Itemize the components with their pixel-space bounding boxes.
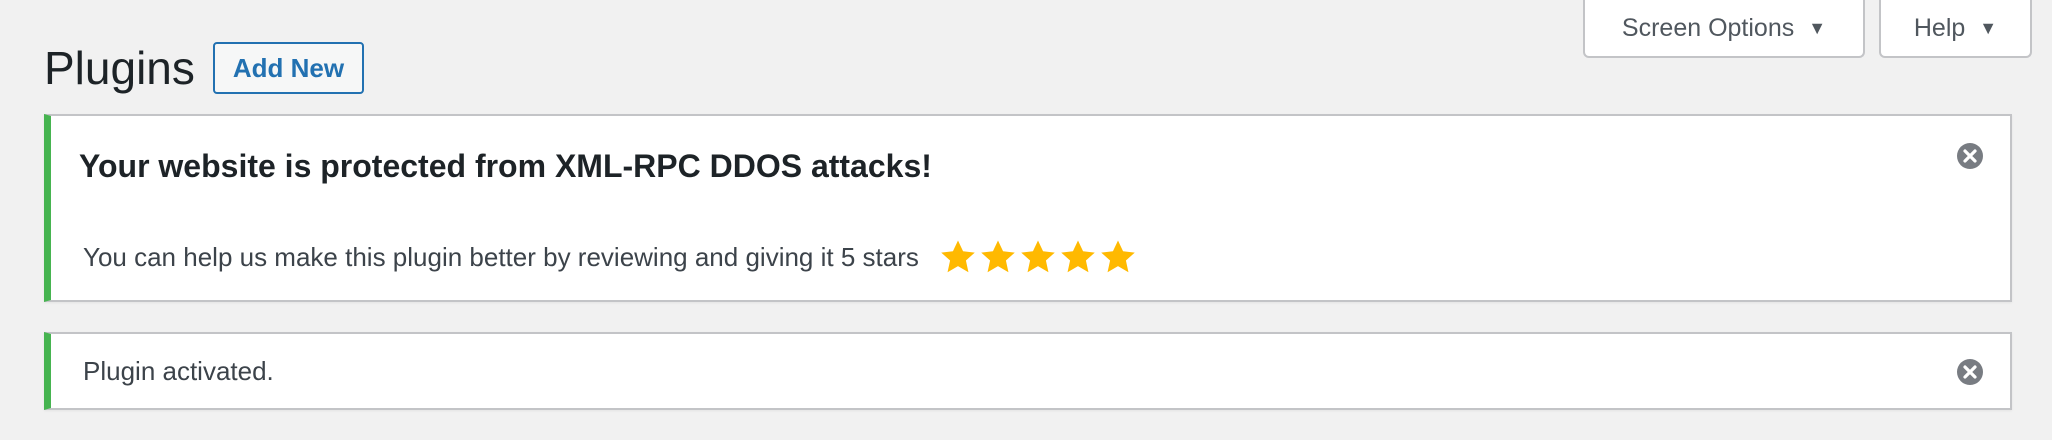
xmlrpc-protection-notice: Your website is protected from XML-RPC D… bbox=[44, 114, 2012, 302]
dismiss-icon[interactable] bbox=[1956, 358, 1984, 386]
notice-heading: Your website is protected from XML-RPC D… bbox=[79, 148, 932, 184]
star-icon bbox=[1021, 240, 1055, 273]
plugin-activated-notice: Plugin activated. bbox=[44, 332, 2012, 410]
caret-down-icon: ▼ bbox=[1979, 17, 1998, 38]
review-stars-link[interactable] bbox=[939, 238, 1137, 276]
screen-options-button[interactable]: Screen Options ▼ bbox=[1583, 0, 1865, 58]
notice-review-row: You can help us make this plugin better … bbox=[83, 238, 1137, 276]
star-icon bbox=[1061, 240, 1095, 273]
plugin-activated-text: Plugin activated. bbox=[83, 356, 274, 386]
screen-options-label: Screen Options bbox=[1621, 13, 1795, 42]
help-label: Help bbox=[1913, 13, 1966, 42]
screen-meta-links: Screen Options ▼ Help ▼ bbox=[1583, 0, 2032, 58]
star-icon bbox=[981, 240, 1015, 273]
page-header: Plugins Add New bbox=[44, 40, 365, 96]
caret-down-icon: ▼ bbox=[1808, 17, 1827, 38]
page-title: Plugins bbox=[44, 42, 195, 94]
notice-review-text: You can help us make this plugin better … bbox=[83, 241, 919, 272]
dismiss-icon[interactable] bbox=[1956, 142, 1984, 170]
star-icon bbox=[941, 240, 975, 273]
add-new-button[interactable]: Add New bbox=[212, 42, 365, 94]
star-icon bbox=[1101, 240, 1135, 273]
help-button[interactable]: Help ▼ bbox=[1879, 0, 2032, 58]
